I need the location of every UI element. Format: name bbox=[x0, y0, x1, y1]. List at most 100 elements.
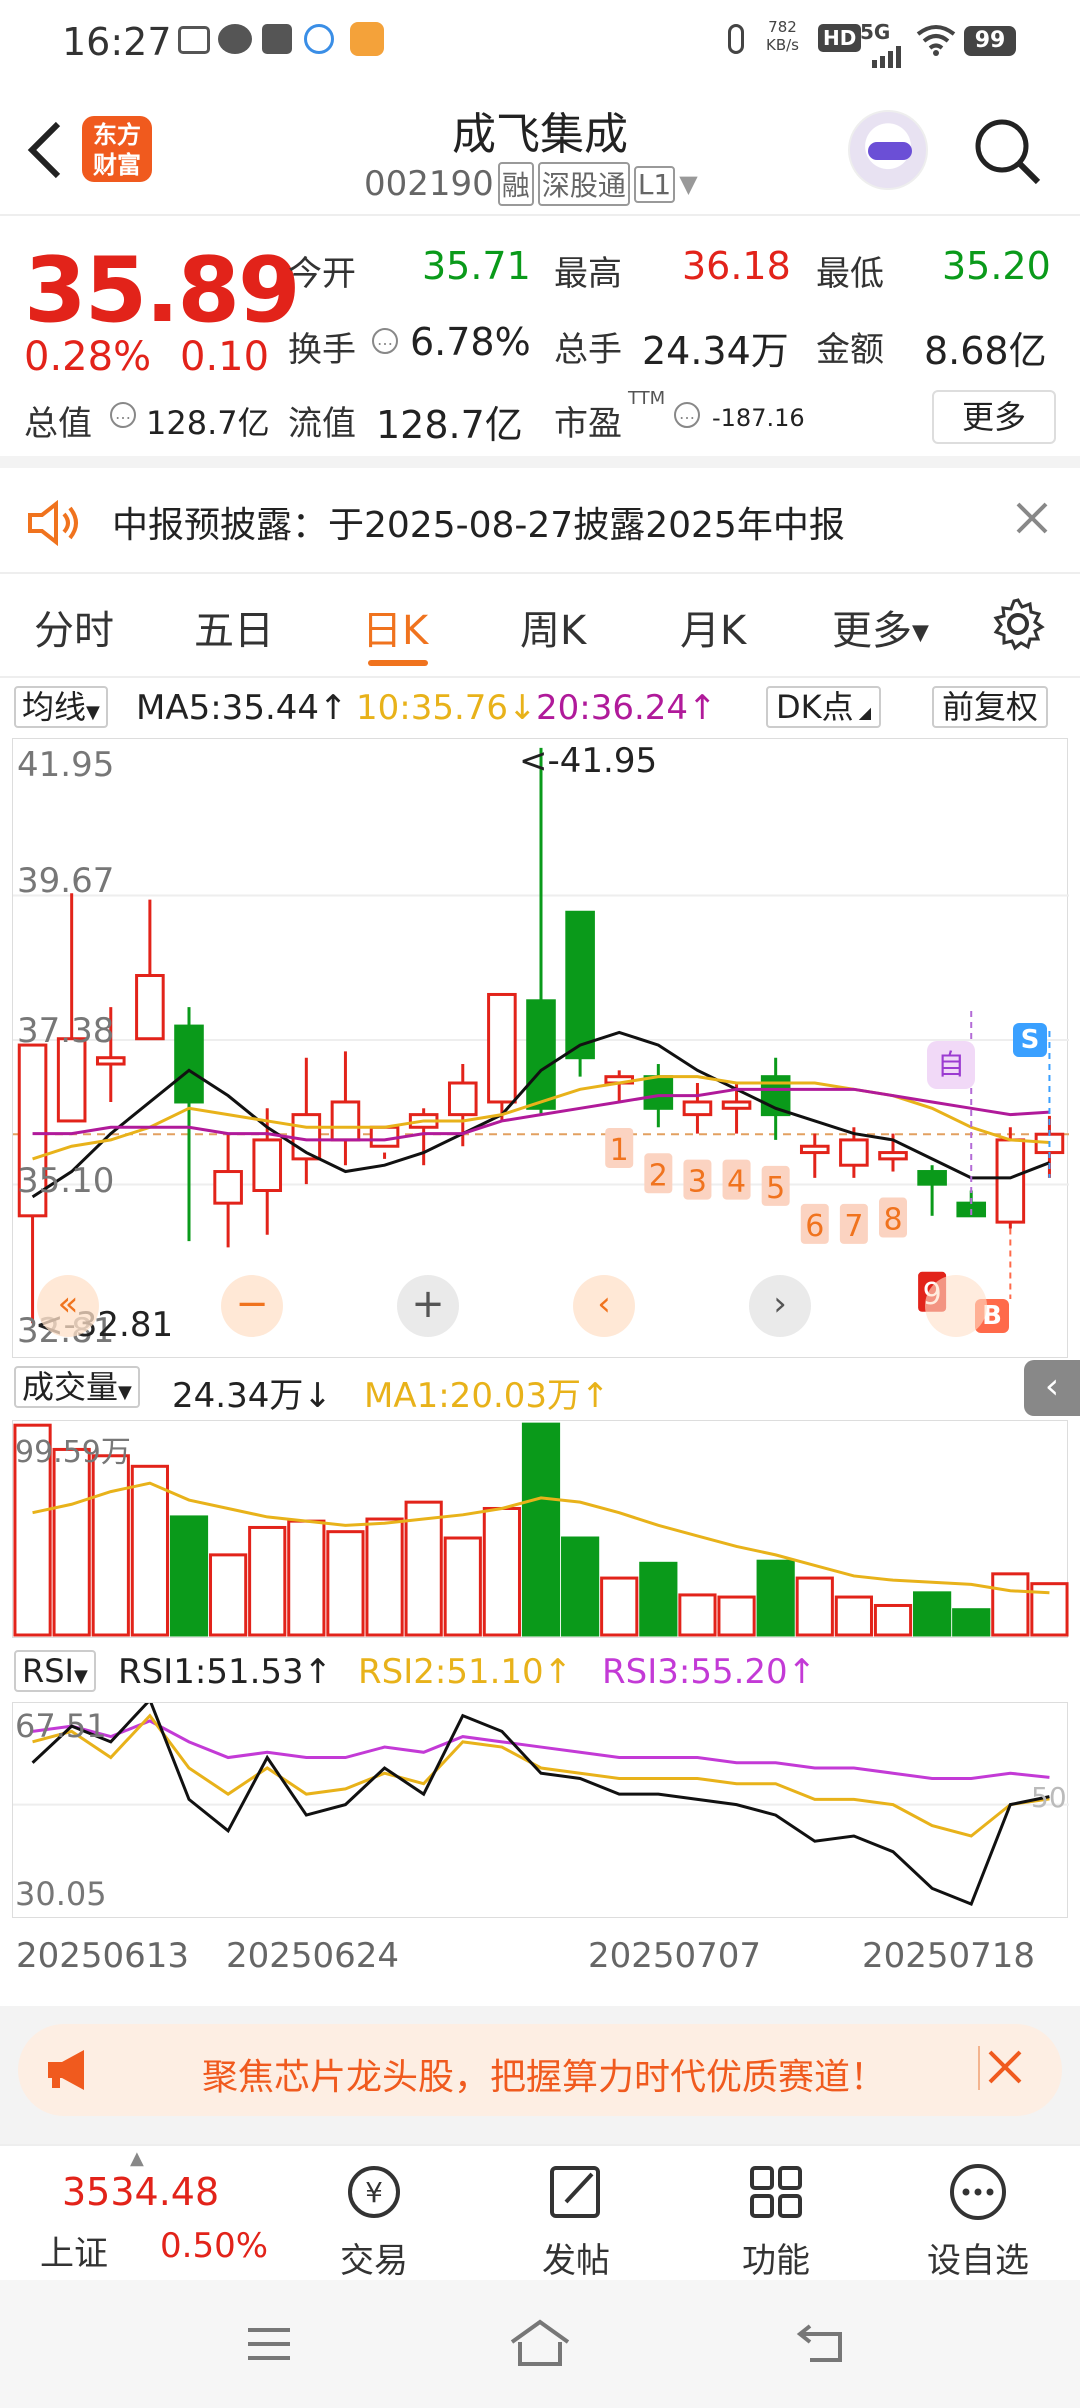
back-nav-icon[interactable] bbox=[796, 2320, 846, 2366]
stock-code: 002190 bbox=[364, 164, 494, 204]
candle-body bbox=[135, 973, 165, 1041]
margin-tag: 融 bbox=[497, 162, 534, 206]
grid-icon bbox=[750, 2166, 802, 2218]
home-icon[interactable] bbox=[508, 2318, 572, 2368]
kline-chart[interactable]: 123456789 41.95 39.67 37.38 35.10 32.81 … bbox=[12, 738, 1069, 1358]
stock-code-line[interactable]: 002190 融 深股通 L1 ▼ bbox=[364, 162, 698, 206]
candle-body bbox=[213, 1170, 243, 1205]
nav-functions[interactable]: 功能 bbox=[696, 2146, 856, 2282]
rsi3-legend: RSI3:55.20↑ bbox=[602, 1652, 817, 1692]
dk-marker-label: 1 bbox=[610, 1133, 629, 1168]
info-icon[interactable]: … bbox=[674, 402, 700, 428]
candle-body bbox=[799, 1144, 830, 1155]
candle-body bbox=[839, 1138, 869, 1167]
volume-legend-row: 成交量▼ 24.34万↓ MA1:20.03万↑ ‹ bbox=[0, 1360, 1080, 1416]
tab-five-day[interactable]: 五日 bbox=[194, 598, 274, 656]
candle-body bbox=[487, 992, 517, 1104]
high-marker: <-41.95 bbox=[519, 741, 658, 781]
notice-bar[interactable]: 中报预披露：于2025-08-27披露2025年中报 bbox=[0, 470, 1080, 574]
tab-more[interactable]: 更多▼ bbox=[832, 598, 929, 656]
banner-area: 聚焦芯片龙头股，把握算力时代优质赛道！ bbox=[0, 2006, 1080, 2144]
more-quote-button[interactable]: 更多 bbox=[932, 390, 1056, 444]
info-icon[interactable]: … bbox=[372, 328, 398, 354]
candle-body bbox=[917, 1170, 947, 1186]
zoom-in-icon[interactable]: + bbox=[397, 1275, 459, 1337]
y-label-top: 41.95 bbox=[17, 745, 115, 785]
volume-bar bbox=[404, 1500, 443, 1637]
quote-panel: 35.89 0.28% 0.10 今开 35.71 最高 36.18 最低 35… bbox=[0, 218, 1080, 468]
volume-bar bbox=[756, 1559, 795, 1637]
volume-bar bbox=[248, 1525, 287, 1637]
scroll-left-icon[interactable]: ‹ bbox=[573, 1275, 635, 1337]
volume-bar bbox=[991, 1572, 1030, 1637]
status-bar: 16:27 782 KB/s HD 5G 99 bbox=[0, 0, 1080, 84]
megaphone-icon bbox=[44, 2048, 96, 2092]
menu-icon[interactable] bbox=[246, 2324, 292, 2364]
robot-assistant-avatar[interactable] bbox=[848, 110, 928, 190]
nav-trade[interactable]: ¥ 交易 bbox=[294, 2146, 454, 2282]
rsi-bottom-label: 30.05 bbox=[15, 1875, 107, 1913]
rsi-chart[interactable]: 67.51 30.05 50 bbox=[12, 1702, 1069, 1918]
ma20-legend: 20:36.24↑ bbox=[536, 688, 717, 728]
index-value: 3534.48 bbox=[62, 2170, 220, 2214]
settings-gear-icon[interactable] bbox=[990, 596, 1046, 652]
date-axis: 20250613 20250624 20250707 20250718 bbox=[0, 1920, 1080, 2006]
close-icon[interactable] bbox=[1014, 500, 1050, 536]
signal-icon bbox=[864, 36, 904, 68]
search-icon[interactable] bbox=[972, 116, 1042, 186]
volume-bar bbox=[600, 1576, 639, 1637]
volume-label: 总手 bbox=[554, 330, 622, 370]
scroll-left-fast-icon[interactable]: « bbox=[37, 1275, 99, 1337]
scroll-right-fast-icon[interactable] bbox=[925, 1275, 987, 1337]
zoom-out-icon[interactable]: − bbox=[221, 1275, 283, 1337]
promo-banner[interactable]: 聚焦芯片龙头股，把握算力时代优质赛道！ bbox=[18, 2024, 1062, 2116]
float-label: 流值 bbox=[288, 404, 356, 444]
volume-bar bbox=[443, 1536, 482, 1637]
dk-marker-label: 2 bbox=[649, 1158, 668, 1193]
connect-tag: 深股通 bbox=[537, 162, 630, 206]
adjust-button[interactable]: 前复权 bbox=[932, 686, 1049, 728]
chevron-down-icon: ▼ bbox=[679, 170, 698, 198]
period-tabs: 分时 五日 日K 周K 月K 更多▼ bbox=[0, 574, 1080, 678]
candle-body bbox=[447, 1081, 478, 1117]
rsi-selector[interactable]: RSI▼ bbox=[14, 1650, 96, 1692]
sell-marker[interactable]: S bbox=[1013, 1023, 1047, 1057]
y-label: 39.67 bbox=[17, 861, 115, 901]
volume-bar bbox=[209, 1553, 248, 1637]
info-icon[interactable]: … bbox=[110, 402, 136, 428]
side-panel-toggle-icon[interactable]: ‹ bbox=[1024, 1360, 1080, 1416]
date-label: 20250613 bbox=[16, 1936, 190, 1976]
active-tab-indicator bbox=[368, 660, 428, 666]
index-widget[interactable]: ▲ 3534.48 上证 0.50% bbox=[0, 2146, 268, 2282]
banner-close-icon[interactable] bbox=[978, 2046, 1022, 2090]
amount-label: 金额 bbox=[816, 330, 884, 370]
rsi3-line bbox=[32, 1719, 1050, 1780]
ma-selector[interactable]: 均线▼ bbox=[14, 686, 108, 728]
volume-chart[interactable]: 99.59万 bbox=[12, 1420, 1069, 1638]
volume-selector[interactable]: 成交量▼ bbox=[14, 1366, 140, 1408]
y-label: 37.38 bbox=[17, 1011, 115, 1051]
tab-weekly-k[interactable]: 周K bbox=[520, 598, 586, 656]
tab-daily-k[interactable]: 日K bbox=[362, 598, 428, 656]
float-value: 128.7亿 bbox=[376, 403, 523, 447]
dk-point-button[interactable]: DK点 ◢ bbox=[766, 686, 882, 728]
scroll-right-icon[interactable]: › bbox=[749, 1275, 811, 1337]
self-select-marker[interactable]: 自 bbox=[927, 1041, 975, 1089]
bottom-nav: ▲ 3534.48 上证 0.50% ¥ 交易 发帖 功能 设自选 bbox=[0, 2144, 1080, 2282]
tab-monthly-k[interactable]: 月K bbox=[680, 598, 746, 656]
volume-bar bbox=[130, 1464, 169, 1637]
turnover-value: 6.78% bbox=[410, 320, 531, 364]
media-notification-icon bbox=[262, 24, 292, 54]
tab-intraday[interactable]: 分时 bbox=[34, 598, 114, 656]
current-price: 35.89 bbox=[24, 238, 301, 343]
candle-body bbox=[526, 999, 556, 1110]
game-notification-icon bbox=[350, 22, 384, 56]
volume-bar bbox=[521, 1422, 561, 1637]
nav-add-watchlist[interactable]: 设自选 bbox=[898, 2146, 1058, 2282]
nav-post[interactable]: 发帖 bbox=[496, 2146, 656, 2282]
more-dots-icon bbox=[950, 2164, 1006, 2220]
date-label: 20250718 bbox=[862, 1936, 1036, 1976]
volume-bar bbox=[326, 1530, 365, 1637]
rsi1-line bbox=[31, 1703, 1050, 1906]
low-value: 35.20 bbox=[942, 244, 1051, 288]
